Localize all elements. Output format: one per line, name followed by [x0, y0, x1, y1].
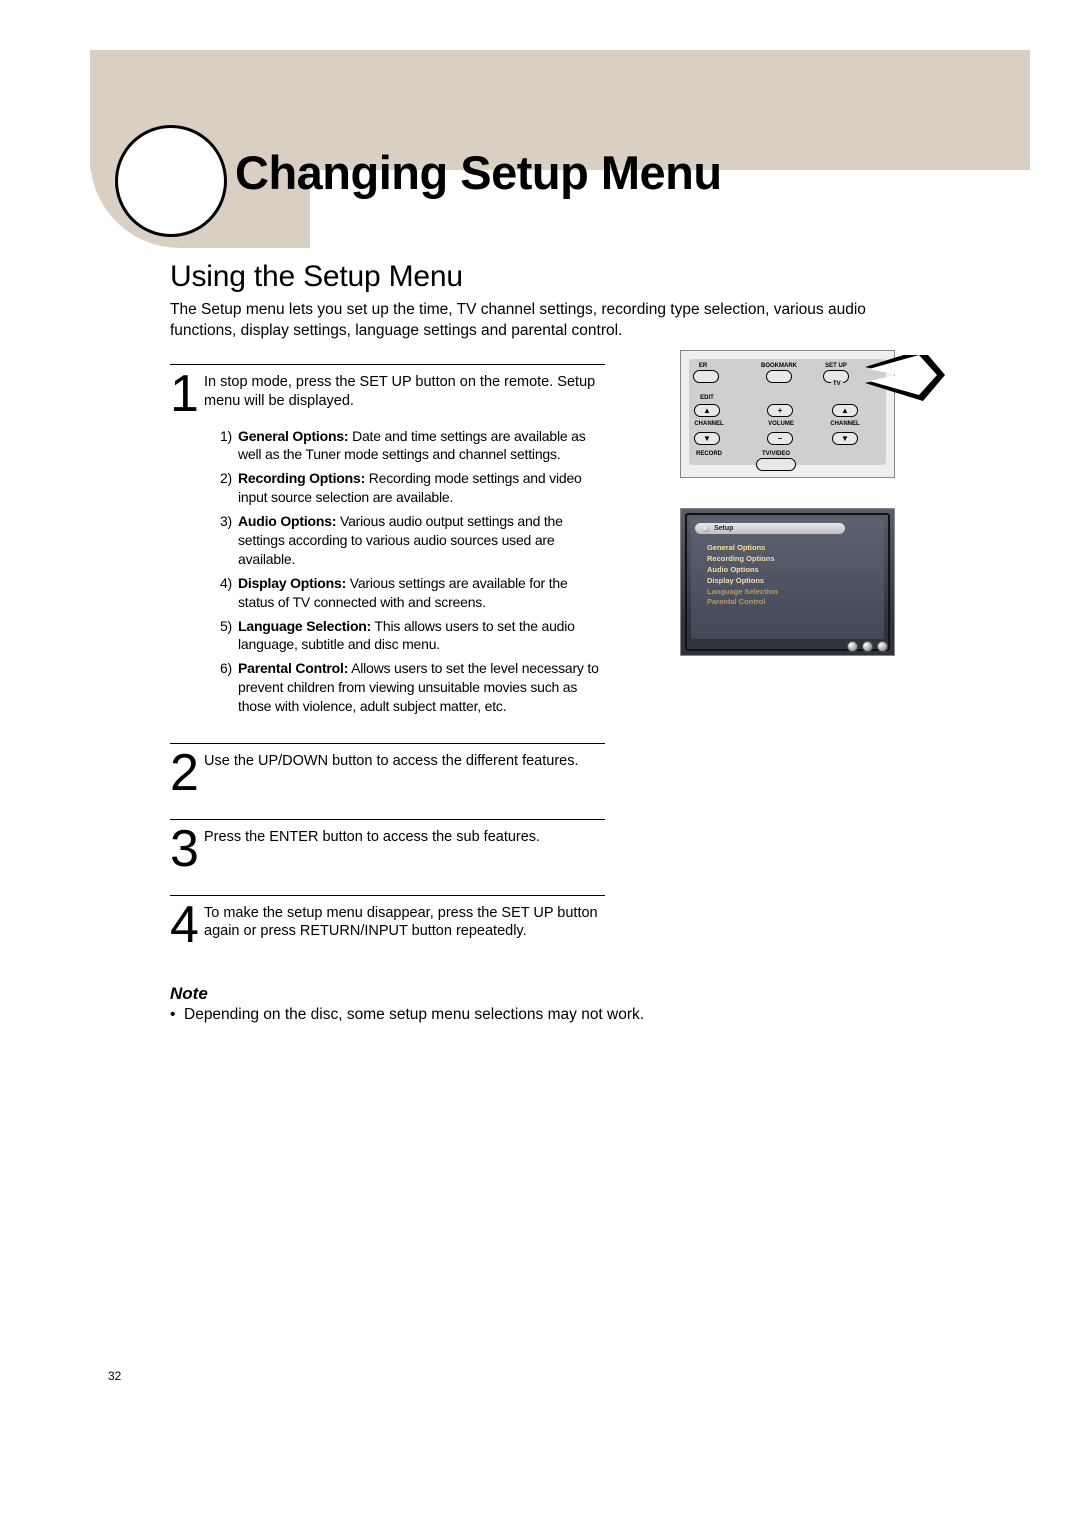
step-1-sublist: 1)General Options: Date and time setting… — [204, 427, 605, 716]
page-title: Changing Setup Menu — [235, 145, 722, 200]
osd-title-bar: Setup — [695, 523, 845, 534]
remote-channel-up-button: ▲ — [694, 404, 720, 417]
remote-channel-right-label: CHANNEL — [829, 421, 861, 427]
note-block: Note •Depending on the disc, some setup … — [170, 984, 880, 1024]
osd-item: Display Options — [707, 576, 778, 587]
step-3: 3 Press the ENTER button to access the s… — [170, 819, 605, 895]
bullet-icon — [703, 526, 709, 532]
step-number: 2 — [170, 750, 204, 797]
remote-volume-down-button: – — [767, 432, 793, 445]
remote-setup-label: SET UP — [821, 363, 851, 369]
step-number: 1 — [170, 371, 204, 721]
osd-item: Parental Control — [707, 597, 778, 608]
callout-arrow-icon — [865, 355, 945, 405]
remote-tvvideo-label: TV/VIDEO — [751, 451, 801, 457]
tv-screen-setup-menu: Setup General Options Recording Options … — [680, 508, 895, 656]
intro-text: The Setup menu lets you set up the time,… — [170, 300, 880, 342]
step-2: 2 Use the UP/DOWN button to access the d… — [170, 743, 605, 819]
remote-channel-left-label: CHANNEL — [693, 421, 725, 427]
osd-item: General Options — [707, 543, 778, 554]
remote-channel-up-button-tv: ▲ — [832, 404, 858, 417]
remote-tv-group-label: TV — [831, 381, 843, 387]
remote-volume-label: VOLUME — [765, 421, 797, 427]
remote-record-label: RECORD — [693, 451, 725, 457]
remote-er-button — [693, 370, 719, 383]
remote-bookmark-button — [766, 370, 792, 383]
step-text: Use the UP/DOWN button to access the dif… — [204, 753, 579, 769]
remote-er-label: ER — [693, 363, 713, 369]
step-1: 1 In stop mode, press the SET UP button … — [170, 364, 605, 743]
step-text: In stop mode, press the SET UP button on… — [204, 374, 595, 409]
osd-item: Audio Options — [707, 565, 778, 576]
remote-edit-label: EDIT — [693, 395, 721, 401]
remote-channel-down-button: ▼ — [694, 432, 720, 445]
section-title: Using the Setup Menu — [170, 260, 880, 294]
osd-title: Setup — [714, 525, 733, 532]
osd-item: Recording Options — [707, 554, 778, 565]
steps-list: 1 In stop mode, press the SET UP button … — [170, 364, 605, 959]
osd-knobs-icon — [847, 641, 888, 652]
step-number: 3 — [170, 826, 204, 873]
remote-tvvideo-button — [756, 458, 796, 471]
step-text: To make the setup menu disappear, press … — [204, 905, 598, 940]
step-text: Press the ENTER button to access the sub… — [204, 829, 540, 845]
remote-channel-down-button-tv: ▼ — [832, 432, 858, 445]
chapter-circle-icon — [115, 125, 227, 237]
step-4: 4 To make the setup menu disappear, pres… — [170, 895, 605, 959]
remote-illustration: ER BOOKMARK SET UP EDIT ▲ + ▲ CHANNEL VO… — [680, 350, 895, 478]
note-heading: Note — [170, 984, 880, 1004]
remote-bookmark-label: BOOKMARK — [759, 363, 799, 369]
step-number: 4 — [170, 902, 204, 949]
osd-menu-list: General Options Recording Options Audio … — [707, 543, 778, 608]
note-text: •Depending on the disc, some setup menu … — [170, 1006, 880, 1024]
osd-item: Language Selection — [707, 587, 778, 598]
page-number: 32 — [108, 1369, 121, 1383]
remote-volume-up-button: + — [767, 404, 793, 417]
